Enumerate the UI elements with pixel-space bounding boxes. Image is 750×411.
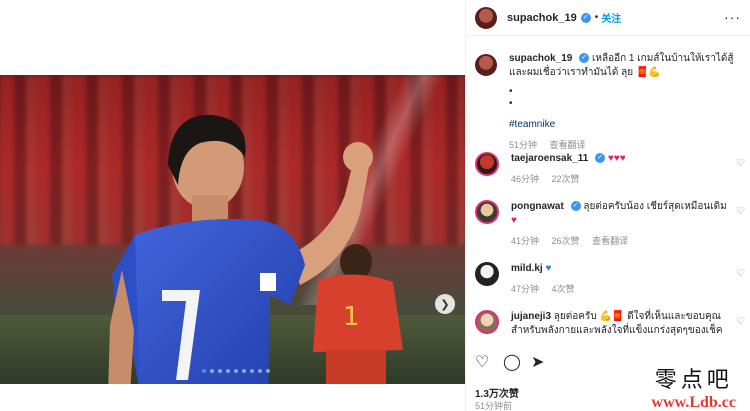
site-watermark: 零点吧 www.Ldb.cc <box>652 362 736 411</box>
caption-username[interactable]: supachok_19 <box>509 53 572 64</box>
comment-username[interactable]: jujaneji3 <box>511 311 551 322</box>
follow-button[interactable]: 关注 <box>601 10 621 25</box>
comment-time: 41分钟 <box>511 236 540 246</box>
comment-text: ลุยต่อครับ 💪🧧 ดีใจที่เห็นและขอบคุณ <box>553 311 721 322</box>
main-player <box>108 114 373 384</box>
next-image-button[interactable]: ❯ <box>435 294 455 314</box>
verified-badge-icon: ✓ <box>595 153 606 164</box>
carousel-dot[interactable] <box>234 369 238 373</box>
verified-badge-icon: ✓ <box>570 201 581 212</box>
comment-username[interactable]: pongnawat <box>511 201 564 212</box>
carousel-dot[interactable] <box>266 369 270 373</box>
caption-avatar[interactable] <box>475 54 497 76</box>
watermark-chinese: 零点吧 <box>654 368 733 393</box>
chevron-right-icon: ❯ <box>440 298 450 311</box>
comment-text-heart: ♥ <box>511 215 517 226</box>
author-avatar[interactable] <box>475 6 497 29</box>
carousel-dot[interactable] <box>202 369 206 373</box>
carousel-dot[interactable] <box>218 369 222 373</box>
comment-text: ♥♥♥ <box>607 153 626 164</box>
comment-likes[interactable]: 4次赞 <box>552 284 575 294</box>
comment-likes[interactable]: 22次赞 <box>552 174 580 184</box>
share-send-icon[interactable]: ➤ <box>531 352 544 372</box>
hashtag-link[interactable]: #teamnike <box>509 118 733 132</box>
comment-item: mild.kj ♥ 47分钟 4次赞 ♡ <box>475 262 745 296</box>
header-separator: • <box>594 12 599 23</box>
caption-text-line2: และผมเชื่อว่าเราทำมันได้ ลุย <box>509 67 634 78</box>
comment-time: 46分钟 <box>511 174 540 184</box>
post-media-pane: 1 ❯ <box>0 0 465 411</box>
comment-text: ลุยต่อครับน้อง เชียร์สุดเหมือนเดิม <box>583 201 727 212</box>
commenter-avatar[interactable] <box>475 152 499 176</box>
like-comment-heart-icon[interactable]: ♡ <box>736 316 745 327</box>
author-username[interactable]: supachok_19 <box>507 12 577 24</box>
carousel-dot[interactable] <box>210 369 214 373</box>
post-side-panel: supachok_19 ✓ • 关注 ··· supachok_19 ✓ เหล… <box>465 0 750 411</box>
post-caption: supachok_19 ✓ เหลืออีก 1 เกมส์ในบ้านให้เ… <box>475 52 745 152</box>
like-comment-heart-icon[interactable]: ♡ <box>736 158 745 169</box>
comment-text-line2: สำหรับพลังกายและพลังใจที่แข็งแกร่งสุดๆขอ… <box>511 325 723 336</box>
like-comment-heart-icon[interactable]: ♡ <box>736 268 745 279</box>
post-header: supachok_19 ✓ • 关注 ··· <box>466 0 750 36</box>
comment-time: 47分钟 <box>511 284 540 294</box>
verified-badge-icon: ✓ <box>579 53 590 64</box>
comment-likes[interactable]: 26次赞 <box>552 236 580 246</box>
verified-badge-icon: ✓ <box>580 12 591 23</box>
comment-item: jujaneji3 ลุยต่อครับ 💪🧧 ดีใจที่เห็นและขอ… <box>475 310 745 338</box>
comment-item: pongnawat ✓ ลุยต่อครับน้อง เชียร์สุดเหมื… <box>475 200 745 248</box>
translate-link[interactable]: 查看翻译 <box>550 140 586 150</box>
translate-link[interactable]: 查看翻译 <box>592 236 628 246</box>
likes-count[interactable]: 1.3万次赞 <box>475 385 519 400</box>
carousel-dot[interactable] <box>250 369 254 373</box>
comment-item: taejaroensak_11 ✓ ♥♥♥ 46分钟 22次赞 ♡ <box>475 152 745 186</box>
watermark-url: www.Ldb.cc <box>651 394 736 411</box>
like-comment-heart-icon[interactable]: ♡ <box>736 206 745 217</box>
post-photo[interactable]: 1 ❯ <box>0 75 465 384</box>
carousel-dots <box>202 369 270 373</box>
caption-time: 51分钟 <box>509 140 538 150</box>
post-timestamp: 51分钟前 <box>475 401 513 411</box>
comment-bubble-icon[interactable]: ◯ <box>503 352 521 372</box>
carousel-dot[interactable] <box>242 369 246 373</box>
commenter-avatar[interactable] <box>475 262 499 286</box>
carousel-dot[interactable] <box>258 369 262 373</box>
caption-bullet: • <box>509 98 513 109</box>
commenter-avatar[interactable] <box>475 310 499 334</box>
carousel-dot[interactable] <box>226 369 230 373</box>
comment-text: ♥ <box>545 263 552 274</box>
caption-emojis: 🧧💪 <box>635 67 661 78</box>
comment-username[interactable]: mild.kj <box>511 263 543 274</box>
comment-username[interactable]: taejaroensak_11 <box>511 153 588 164</box>
more-horizontal-icon[interactable]: ··· <box>724 9 741 25</box>
like-heart-icon[interactable]: ♡ <box>475 352 489 372</box>
commenter-avatar[interactable] <box>475 200 499 224</box>
caption-text-line1: เหลืออีก 1 เกมส์ในบ้านให้เราได้สู้ <box>591 53 734 64</box>
caption-bullet: • <box>509 86 513 97</box>
